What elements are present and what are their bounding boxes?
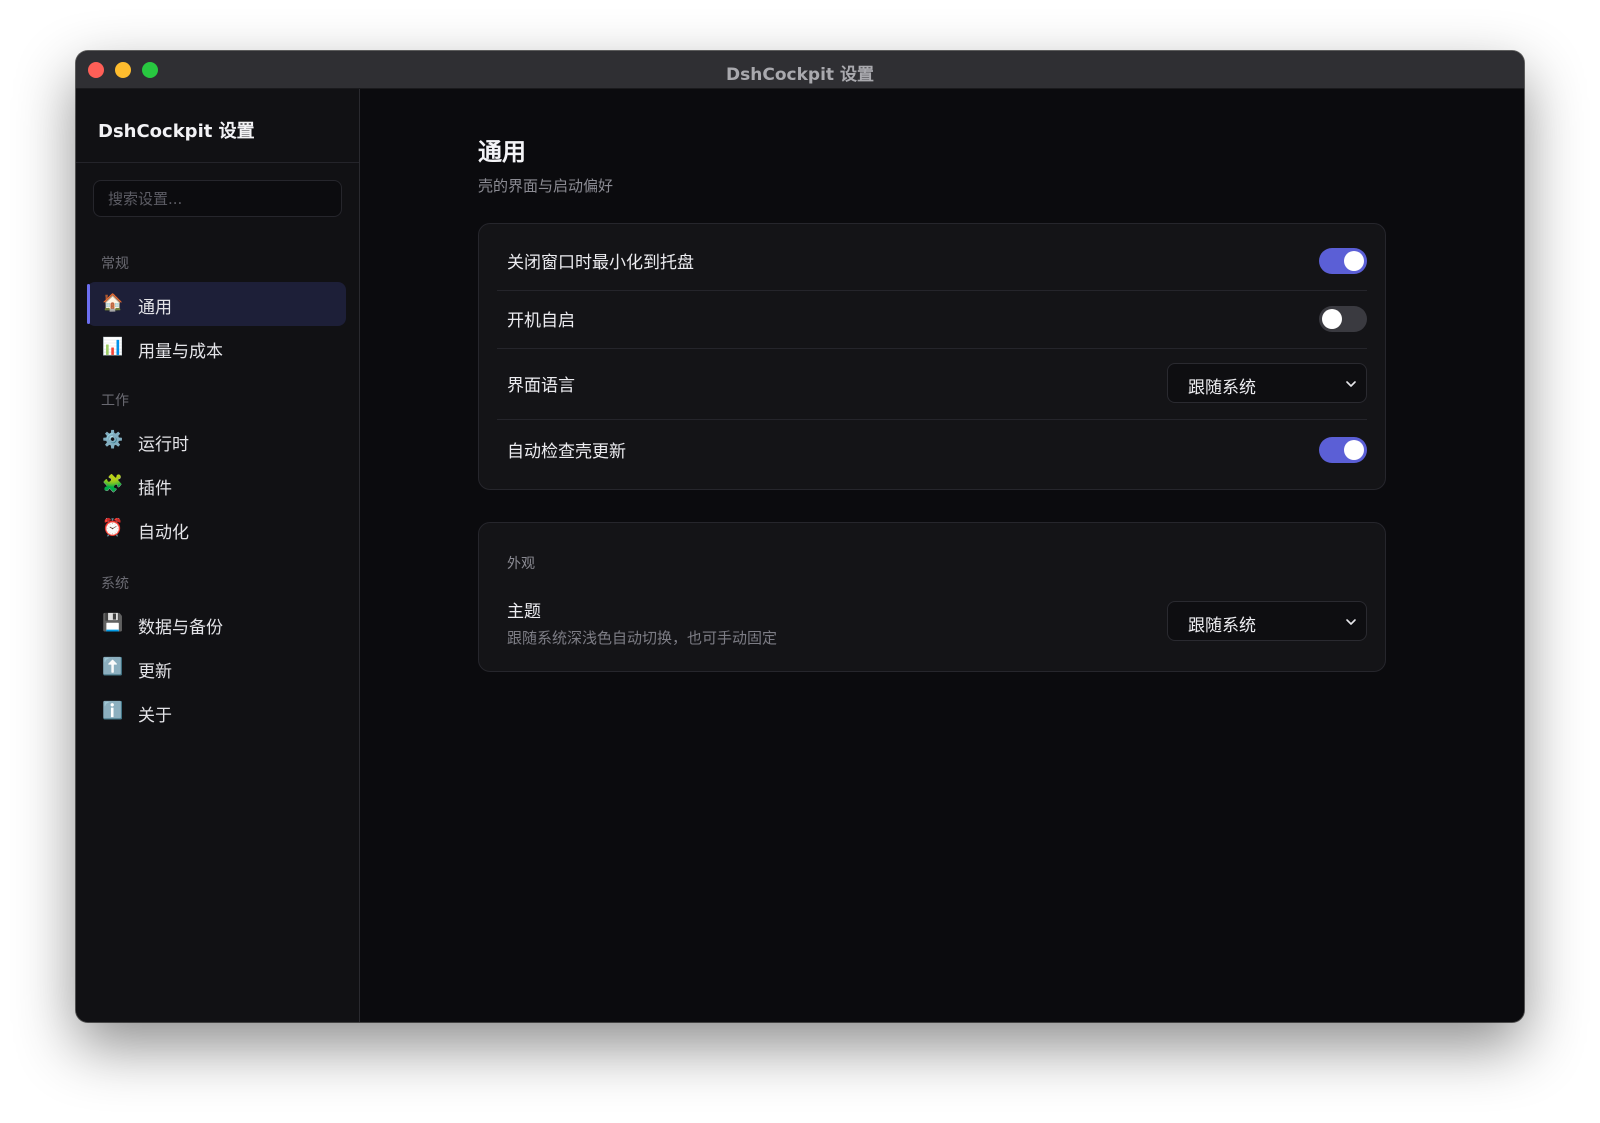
alarm-clock-icon: ⏰ [102, 518, 124, 538]
launch-at-login-toggle[interactable] [1319, 306, 1367, 332]
up-arrow-icon: ⬆️ [102, 657, 124, 677]
section-label-general: 常规 [101, 256, 129, 272]
setting-label: 自动检查壳更新 [507, 442, 626, 462]
sidebar-item-usage-cost[interactable]: 📊 用量与成本 [87, 326, 346, 370]
setting-row-launch-at-login: 开机自启 [497, 304, 1367, 334]
bar-chart-icon: 📊 [102, 337, 124, 357]
sidebar-item-label: 自动化 [138, 523, 189, 543]
settings-content: 通用 壳的界面与启动偏好 关闭窗口时最小化到托盘 开机自启 界面语言 跟随系统 [361, 89, 1524, 1022]
title-bar[interactable]: DshCockpit 设置 [76, 51, 1524, 89]
search-input[interactable] [93, 180, 342, 217]
setting-row-auto-check-updates: 自动检查壳更新 [497, 435, 1367, 465]
floppy-disk-icon: 💾 [102, 613, 124, 633]
sidebar-brand: DshCockpit 设置 [98, 121, 255, 142]
sidebar: DshCockpit 设置 常规 🏠 通用 📊 用量与成本 工作 ⚙️ 运行时 … [76, 89, 360, 1022]
setting-label: 主题 [507, 602, 541, 622]
theme-select[interactable]: 跟随系统 [1167, 601, 1367, 641]
setting-row-ui-language: 界面语言 跟随系统 [497, 363, 1367, 403]
sidebar-item-plugins[interactable]: 🧩 插件 [87, 463, 346, 507]
minimize-to-tray-toggle[interactable] [1319, 248, 1367, 274]
sidebar-item-runtime[interactable]: ⚙️ 运行时 [87, 419, 346, 463]
sidebar-item-label: 用量与成本 [138, 342, 223, 362]
setting-label: 界面语言 [507, 376, 575, 396]
sidebar-item-label: 插件 [138, 479, 172, 499]
appearance-settings-card: 外观 主题 跟随系统深浅色自动切换，也可手动固定 跟随系统 [478, 522, 1386, 672]
sidebar-item-data-backup[interactable]: 💾 数据与备份 [87, 602, 346, 646]
settings-window: DshCockpit 设置 DshCockpit 设置 常规 🏠 通用 📊 用量… [76, 51, 1524, 1022]
row-divider [497, 348, 1367, 349]
sidebar-item-label: 更新 [138, 662, 172, 682]
general-settings-card: 关闭窗口时最小化到托盘 开机自启 界面语言 跟随系统 自动检查壳更新 [478, 223, 1386, 490]
select-value: 跟随系统 [1188, 378, 1256, 398]
select-value: 跟随系统 [1188, 616, 1256, 636]
row-divider [497, 290, 1367, 291]
chevron-down-icon [1346, 619, 1356, 625]
sidebar-item-general[interactable]: 🏠 通用 [87, 282, 346, 326]
section-label-system: 系统 [101, 576, 129, 592]
page-subtitle: 壳的界面与启动偏好 [478, 177, 614, 195]
window-title: DshCockpit 设置 [726, 65, 874, 85]
sidebar-item-automation[interactable]: ⏰ 自动化 [87, 507, 346, 551]
setting-row-minimize-to-tray: 关闭窗口时最小化到托盘 [497, 246, 1367, 276]
sidebar-item-label: 关于 [138, 706, 172, 726]
toggle-knob [1322, 309, 1342, 329]
chevron-down-icon [1346, 381, 1356, 387]
setting-label: 关闭窗口时最小化到托盘 [507, 253, 694, 273]
row-divider [497, 419, 1367, 420]
sidebar-divider [76, 162, 359, 163]
sidebar-item-label: 数据与备份 [138, 618, 223, 638]
sidebar-item-label: 通用 [138, 298, 172, 318]
section-label-work: 工作 [101, 393, 129, 409]
puzzle-icon: 🧩 [102, 474, 124, 494]
sidebar-item-about[interactable]: ℹ️ 关于 [87, 690, 346, 734]
sidebar-item-label: 运行时 [138, 435, 189, 455]
ui-language-select[interactable]: 跟随系统 [1167, 363, 1367, 403]
toggle-knob [1344, 251, 1364, 271]
setting-description: 跟随系统深浅色自动切换，也可手动固定 [507, 629, 778, 647]
auto-check-updates-toggle[interactable] [1319, 437, 1367, 463]
toggle-knob [1344, 440, 1364, 460]
house-icon: 🏠 [102, 293, 124, 313]
sidebar-item-update[interactable]: ⬆️ 更新 [87, 646, 346, 690]
setting-row-theme: 主题 跟随系统深浅色自动切换，也可手动固定 跟随系统 [497, 597, 1367, 649]
setting-label: 开机自启 [507, 311, 575, 331]
info-icon: ℹ️ [102, 701, 124, 721]
gear-icon: ⚙️ [102, 430, 124, 450]
page-title: 通用 [478, 138, 526, 166]
appearance-group-label: 外观 [507, 556, 535, 572]
